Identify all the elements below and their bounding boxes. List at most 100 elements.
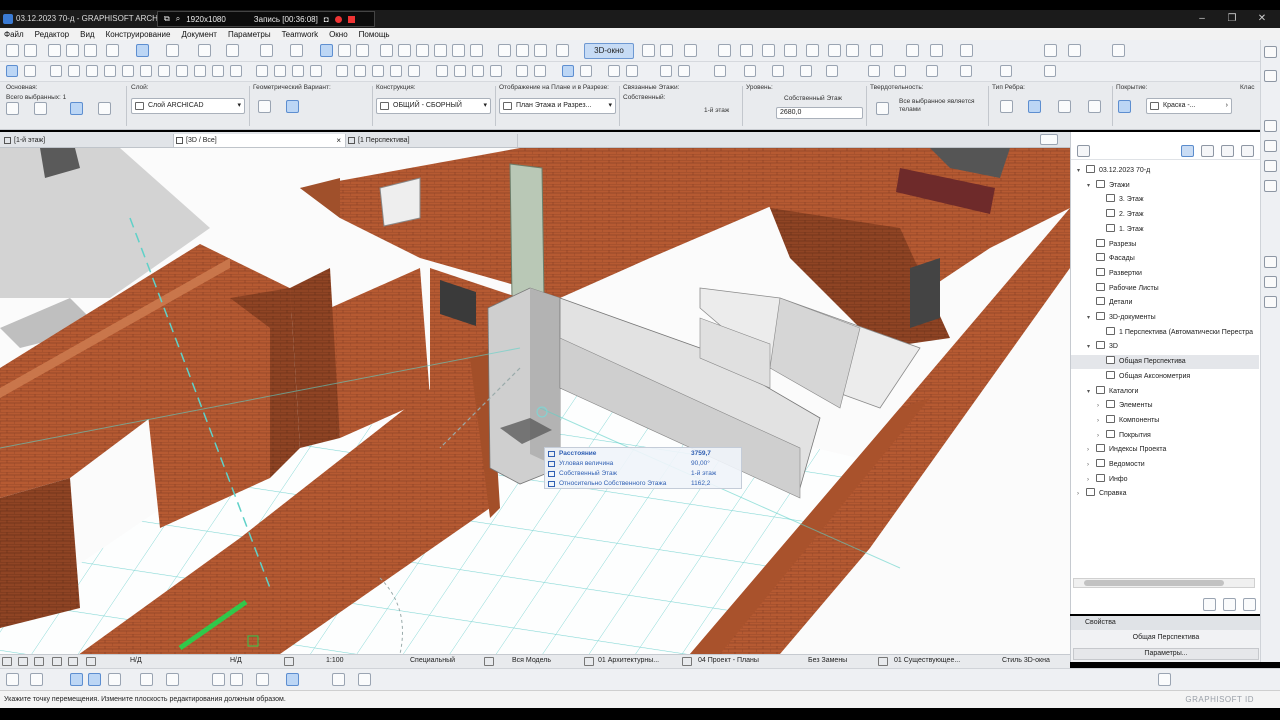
- mvo-select[interactable]: 04 Проект - Планы: [698, 657, 759, 664]
- expand-toggle-icon[interactable]: ›: [1087, 473, 1096, 487]
- orbit-view-icon[interactable]: [52, 657, 62, 666]
- opening-tool-icon[interactable]: [1000, 65, 1012, 77]
- layer-combination-select[interactable]: 01 Архитектурны...: [598, 657, 659, 664]
- drawing-tool-icon[interactable]: [826, 65, 838, 77]
- close-tab-icon[interactable]: ×: [336, 134, 341, 147]
- door-tool-icon[interactable]: [256, 65, 268, 77]
- tree-item[interactable]: ▾ 3D-документы: [1071, 311, 1259, 325]
- beam-tool-icon[interactable]: [86, 65, 98, 77]
- polyline-tool-icon[interactable]: [472, 65, 484, 77]
- coordinates-icon[interactable]: [332, 673, 345, 686]
- drawing-order-icon[interactable]: [226, 44, 239, 57]
- walk-icon[interactable]: [718, 44, 731, 57]
- construction-select[interactable]: ОБЩИЙ - СБОРНЫЙ ▾: [376, 98, 491, 114]
- tree-item[interactable]: › Справка: [1071, 487, 1259, 501]
- fillet-icon[interactable]: [452, 44, 465, 57]
- navigator-menu-icon[interactable]: [1077, 145, 1090, 157]
- tree-item[interactable]: › Ведомости: [1071, 458, 1259, 472]
- menu-file[interactable]: Файл: [4, 30, 24, 39]
- pen-set-select[interactable]: Специальный: [410, 657, 455, 664]
- scroll-thumb[interactable]: [1084, 580, 1224, 586]
- ungroup-icon[interactable]: [84, 44, 97, 57]
- expand-toggle-icon[interactable]: ▾: [1087, 179, 1096, 193]
- tree-item[interactable]: ▾ 03.12.2023 70-д: [1071, 164, 1259, 178]
- hotspot-tool-icon[interactable]: [516, 65, 528, 77]
- edit-plane-icon[interactable]: [256, 673, 269, 686]
- stair-run-tool-icon[interactable]: [960, 65, 972, 77]
- expand-toggle-icon[interactable]: ›: [1097, 399, 1106, 413]
- tree-item[interactable]: ▾ Каталоги: [1071, 385, 1259, 399]
- tree-item[interactable]: › Индексы Проекта: [1071, 443, 1259, 457]
- bimx-icon[interactable]: [1044, 44, 1057, 57]
- 3d-model-canvas[interactable]: [0, 148, 1070, 654]
- 3d-window-button[interactable]: 3D-окно: [584, 43, 634, 59]
- parameters-button[interactable]: Параметры...: [1073, 648, 1259, 660]
- edge-hidden-icon[interactable]: [1058, 100, 1071, 113]
- tracker-value[interactable]: 1-й этаж: [691, 470, 716, 477]
- pointer-tool-icon[interactable]: [562, 65, 574, 77]
- menu-teamwork[interactable]: Teamwork: [282, 30, 318, 39]
- tracker-value[interactable]: 90,00°: [691, 460, 710, 467]
- level-dim-tool-icon[interactable]: [354, 65, 366, 77]
- cover-select[interactable]: Краска -... ›: [1146, 98, 1232, 114]
- expand-toggle-icon[interactable]: ›: [1087, 443, 1096, 457]
- clone-icon[interactable]: [1223, 598, 1236, 611]
- expand-toggle-icon[interactable]: ›: [1097, 414, 1106, 428]
- slab-tool-icon[interactable]: [104, 65, 116, 77]
- navigate-icon[interactable]: [740, 44, 753, 57]
- camera-icon[interactable]: ◘: [324, 15, 329, 24]
- wall-tool-icon[interactable]: [50, 65, 62, 77]
- cube-icon[interactable]: [642, 44, 655, 57]
- tree-item[interactable]: 1. Этаж: [1071, 223, 1259, 237]
- project-map-icon[interactable]: [1181, 145, 1194, 157]
- info-icon[interactable]: [1264, 120, 1277, 132]
- suspend-groups-icon[interactable]: [48, 44, 61, 57]
- section-box-icon[interactable]: [846, 44, 859, 57]
- menu-help[interactable]: Помощь: [359, 30, 390, 39]
- publisher-icon[interactable]: [1241, 145, 1254, 157]
- intersect-icon[interactable]: [416, 44, 429, 57]
- expand-toggle-icon[interactable]: ▾: [1087, 340, 1096, 354]
- favorites-icon[interactable]: [6, 102, 19, 115]
- arc-tool-icon[interactable]: [454, 65, 466, 77]
- display-select[interactable]: План Этажа и Разрез... ▾: [499, 98, 616, 114]
- rotate-icon[interactable]: [828, 44, 841, 57]
- spline-tool-icon[interactable]: [490, 65, 502, 77]
- tab-perspective-1[interactable]: [1 Перспектива]: [346, 134, 518, 147]
- minimize-icon[interactable]: –: [1196, 13, 1208, 25]
- renovation-override-select[interactable]: Без Замены: [808, 657, 847, 664]
- zone-tool-icon[interactable]: [230, 65, 242, 77]
- tree-item[interactable]: 1 Перспектива (Автоматически Перестра: [1071, 326, 1259, 340]
- grid-tool-icon[interactable]: [744, 65, 756, 77]
- column-tool-icon[interactable]: [68, 65, 80, 77]
- menu-document[interactable]: Документ: [181, 30, 217, 39]
- group-icon[interactable]: [66, 44, 79, 57]
- menu-edit[interactable]: Редактор: [35, 30, 69, 39]
- teamwork-palette-icon[interactable]: [1264, 140, 1277, 152]
- library-icon[interactable]: [1264, 296, 1277, 308]
- line-tool-icon[interactable]: [436, 65, 448, 77]
- expand-toggle-icon[interactable]: ›: [1097, 429, 1106, 443]
- layers-palette-icon[interactable]: [1264, 70, 1277, 82]
- 3d-style-select[interactable]: Стиль 3D-окна: [1002, 657, 1050, 664]
- lock-icon[interactable]: [108, 673, 121, 686]
- tracker-value[interactable]: 3759,7: [691, 450, 711, 457]
- tree-item[interactable]: 3. Этаж: [1071, 193, 1259, 207]
- tree-item[interactable]: Фасады: [1071, 252, 1259, 266]
- teamwork-icon[interactable]: [906, 44, 919, 57]
- tracker-value[interactable]: 1162,2: [691, 480, 710, 487]
- morph-tool-icon[interactable]: [194, 65, 206, 77]
- cover-icon[interactable]: [1118, 100, 1131, 113]
- ruler-icon[interactable]: [358, 673, 371, 686]
- cloud-icon[interactable]: [960, 44, 973, 57]
- solid-ops-icon[interactable]: [498, 44, 511, 57]
- edge-hard-icon[interactable]: [1028, 100, 1041, 113]
- adjust-icon[interactable]: [398, 44, 411, 57]
- issues-icon[interactable]: [1264, 276, 1277, 288]
- layer-select[interactable]: Слой ARCHICAD ▾: [131, 98, 245, 114]
- tab-overview-icon[interactable]: [1040, 134, 1058, 145]
- stair-tool-icon[interactable]: [122, 65, 134, 77]
- text-tool-icon[interactable]: [372, 65, 384, 77]
- dimension-tool-icon[interactable]: [336, 65, 348, 77]
- tree-item[interactable]: ▾ Этажи: [1071, 179, 1259, 193]
